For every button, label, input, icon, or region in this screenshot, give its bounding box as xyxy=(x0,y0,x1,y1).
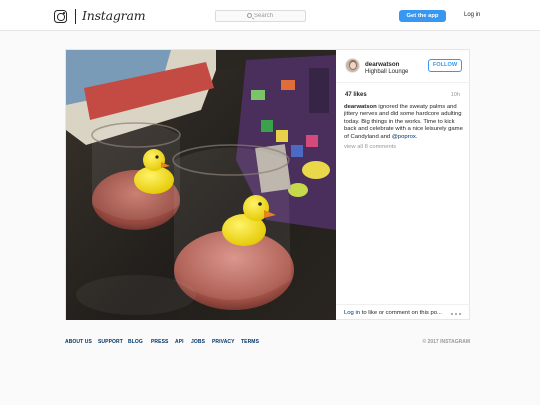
post-sidebar: dearwatson Highball Lounge FOLLOW 47 lik… xyxy=(336,50,470,320)
footer-link-jobs[interactable]: JOBS xyxy=(191,339,205,345)
avatar[interactable] xyxy=(345,58,360,73)
view-all-comments-link[interactable]: view all 8 comments xyxy=(344,144,396,150)
footer-link-api[interactable]: API xyxy=(175,339,184,345)
get-the-app-button[interactable]: Get the app xyxy=(399,10,446,22)
search-box[interactable] xyxy=(215,10,306,22)
footer-link-support[interactable]: SUPPORT xyxy=(98,339,123,345)
post-location[interactable]: Highball Lounge xyxy=(365,69,408,75)
caption-end: . xyxy=(415,133,418,140)
like-count[interactable]: 47 likes xyxy=(345,92,367,98)
logo-divider xyxy=(75,9,76,24)
post-login-link[interactable]: Log in xyxy=(344,310,360,316)
login-prompt-text: to like or comment on this po... xyxy=(361,310,442,316)
photo-rubber-ducks-in-wine-glasses xyxy=(66,50,336,320)
post-caption: dearwatson ignored the sweaty palms and … xyxy=(344,104,468,141)
login-link[interactable]: Log in xyxy=(464,12,480,18)
follow-button[interactable]: FOLLOW xyxy=(428,59,462,72)
post-photo[interactable] xyxy=(66,50,336,320)
caption-username[interactable]: dearwatson xyxy=(344,104,377,110)
footer-link-terms[interactable]: TERMS xyxy=(241,339,259,345)
search-icon xyxy=(247,13,252,18)
instagram-wordmark[interactable]: Instagram xyxy=(82,8,146,23)
post-card: dearwatson Highball Lounge FOLLOW 47 lik… xyxy=(65,49,470,320)
login-prompt: Log in to like or comment on this po... xyxy=(344,310,442,316)
search-input[interactable] xyxy=(254,11,304,21)
footer-link-blog[interactable]: BLOG xyxy=(128,339,143,345)
footer-link-privacy[interactable]: PRIVACY xyxy=(212,339,235,345)
footer-link-press[interactable]: PRESS xyxy=(151,339,168,345)
post-username[interactable]: dearwatson xyxy=(365,61,399,68)
post-timestamp[interactable]: 10h xyxy=(451,92,460,98)
post-header: dearwatson Highball Lounge FOLLOW xyxy=(336,50,470,83)
more-options-icon[interactable] xyxy=(451,313,461,315)
footer-link-about[interactable]: ABOUT US xyxy=(65,339,92,345)
top-nav-bar: Instagram Get the app Log in xyxy=(0,0,540,31)
copyright: © 2017 INSTAGRAM xyxy=(422,339,471,345)
post-footer: Log in to like or comment on this po... xyxy=(336,304,470,320)
page-footer: ABOUT US SUPPORT BLOG PRESS API JOBS PRI… xyxy=(65,339,470,347)
instagram-camera-icon[interactable] xyxy=(54,10,67,23)
caption-mention[interactable]: @poprox xyxy=(392,134,416,140)
